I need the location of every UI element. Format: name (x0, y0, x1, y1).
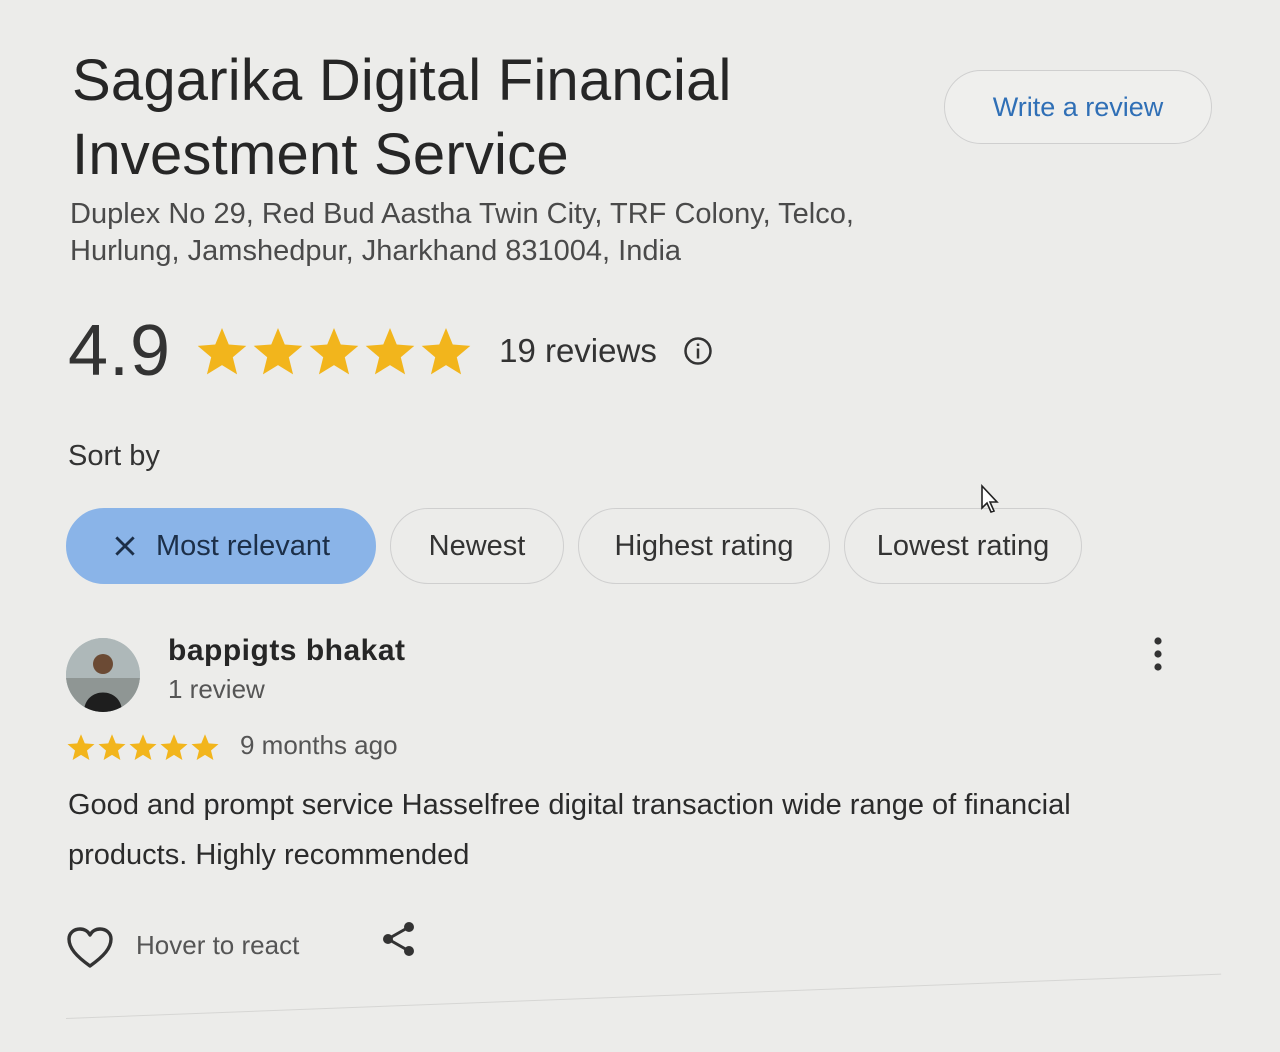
review-text-line-1: Good and prompt service Hasselfree digit… (68, 789, 1071, 821)
star-icon (67, 734, 95, 760)
place-title: Sagarika Digital Financial Investment Se… (72, 44, 892, 192)
reviewer-review-count: 1 review (168, 674, 265, 704)
address-line-2: Hurlung, Jamshedpur, Jharkhand 831004, I… (70, 235, 682, 267)
place-title-line-1: Sagarika Digital Financial (72, 48, 732, 113)
rating-summary: 4.9 19 reviews (68, 306, 713, 396)
address-line-1: Duplex No 29, Red Bud Aastha Twin City, … (70, 198, 854, 230)
sort-chip-highest-rating[interactable]: Highest rating (578, 508, 830, 584)
sort-chip-lowest-rating[interactable]: Lowest rating (844, 508, 1082, 584)
sort-chip-label: Lowest rating (876, 529, 1050, 562)
star-icon (129, 734, 157, 760)
write-review-button[interactable]: Write a review (944, 70, 1212, 144)
star-icon (98, 734, 126, 760)
avatar[interactable] (66, 638, 140, 712)
sort-chip-most-relevant[interactable]: Most relevant (66, 508, 376, 584)
review-stars (66, 732, 220, 762)
rating-stars (195, 324, 473, 378)
share-icon[interactable] (380, 920, 418, 958)
sort-chip-label: Newest (428, 529, 526, 562)
star-icon (160, 734, 188, 760)
star-icon (197, 328, 247, 375)
sort-by-label: Sort by (68, 440, 160, 472)
close-icon[interactable] (112, 533, 138, 559)
more-vert-icon[interactable] (1146, 636, 1170, 672)
sort-chip-label: Highest rating (614, 529, 794, 562)
reviewer-name[interactable]: bappigts bhakat (168, 634, 406, 668)
star-icon (253, 328, 303, 375)
star-icon (191, 734, 219, 760)
rating-value: 4.9 (68, 311, 172, 391)
star-icon (365, 328, 415, 375)
review-text-line-2: products. Highly recommended (68, 839, 470, 871)
place-title-line-2: Investment Service (72, 122, 569, 187)
star-icon (421, 328, 471, 375)
divider (65, 973, 1222, 1019)
reviews-count[interactable]: 19 reviews (499, 332, 657, 370)
info-icon[interactable] (683, 336, 713, 366)
review-time: 9 months ago (240, 730, 398, 760)
react-label: Hover to react (136, 930, 300, 960)
sort-chip-label: Most relevant (155, 529, 331, 562)
sort-chip-newest[interactable]: Newest (390, 508, 564, 584)
place-address: Duplex No 29, Red Bud Aastha Twin City, … (70, 196, 950, 270)
cursor-icon (981, 484, 999, 513)
star-icon (309, 328, 359, 375)
heart-icon[interactable] (66, 926, 114, 970)
review-text: Good and prompt service Hasselfree digit… (68, 780, 1168, 880)
